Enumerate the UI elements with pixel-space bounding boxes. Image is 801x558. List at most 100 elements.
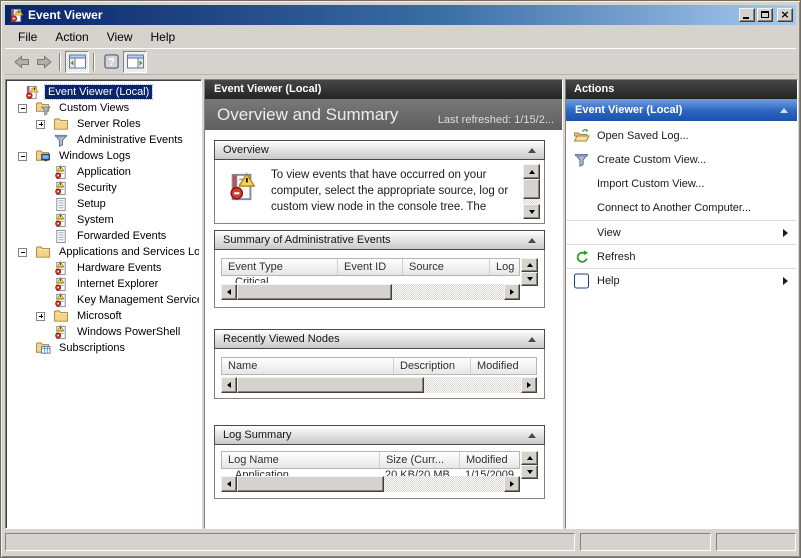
collapse-section-icon[interactable] [528, 238, 536, 243]
scroll-right-button[interactable] [504, 476, 520, 492]
tree-item-internet-explorer[interactable]: Internet Explorer [8, 276, 199, 292]
scroll-left-button[interactable] [221, 377, 237, 393]
forward-button[interactable] [33, 52, 55, 72]
tree-item-security[interactable]: Security [8, 180, 199, 196]
tree-item-server-roles[interactable]: Server Roles [8, 116, 199, 132]
admin-events-section-header[interactable]: Summary of Administrative Events [214, 230, 545, 250]
scroll-left-button[interactable] [221, 476, 237, 492]
scroll-left-button[interactable] [221, 284, 237, 300]
admin-events-horizontal-scrollbar[interactable] [221, 284, 520, 300]
collapse-group-icon[interactable] [780, 108, 788, 113]
scroll-down-button[interactable] [521, 272, 538, 286]
admin-events-clipped-row[interactable]: Critical [221, 276, 520, 283]
tree-item-forwarded-events[interactable]: Forwarded Events [8, 228, 199, 244]
menu-help[interactable]: Help [142, 28, 185, 47]
scrollbar-thumb[interactable] [237, 284, 392, 300]
right-arrow-icon [510, 481, 514, 487]
scroll-down-button[interactable] [521, 465, 538, 479]
admin-events-vertical-scrollbar[interactable] [521, 258, 538, 286]
column-name[interactable]: Name [222, 358, 394, 374]
column-modified[interactable]: Modified [471, 358, 536, 374]
action-import-custom-view[interactable]: Import Custom View... [566, 172, 797, 196]
column-event-id[interactable]: Event ID [338, 259, 403, 275]
log-summary-section-body: Log Name Size (Curr... Modified Applicat… [214, 445, 545, 499]
column-description[interactable]: Description [394, 358, 471, 374]
action-refresh[interactable]: Refresh [566, 244, 797, 268]
scroll-up-button[interactable] [521, 258, 538, 272]
scrollbar-track[interactable] [237, 476, 504, 492]
tree-item-applications-and-services-logs[interactable]: Applications and Services Logs [8, 244, 199, 260]
collapse-section-icon[interactable] [528, 337, 536, 342]
window-title: Event Viewer [28, 8, 739, 23]
action-create-custom-view[interactable]: Create Custom View... [566, 148, 797, 172]
title-bar[interactable]: Event Viewer × [5, 5, 796, 25]
show-console-tree-button[interactable] [65, 51, 89, 73]
tree-item-administrative-events[interactable]: Administrative Events [8, 132, 199, 148]
admin-events-section-body: Event Type Event ID Source Log Critical [214, 250, 545, 308]
recent-nodes-section-body: Name Description Modified [214, 349, 545, 399]
expand-icon[interactable] [36, 120, 45, 129]
tree-item-subscriptions[interactable]: Subscriptions [8, 340, 199, 356]
scroll-right-button[interactable] [521, 377, 537, 393]
action-help[interactable]: Help [566, 268, 797, 292]
log-summary-clipped-row[interactable]: Application 20 KB/20 MB 1/15/2009 [221, 469, 520, 476]
actions-group-header[interactable]: Event Viewer (Local) [566, 99, 797, 121]
scrollbar-track[interactable] [237, 377, 521, 393]
tree-item-event-viewer-local[interactable]: Event Viewer (Local) [8, 84, 199, 100]
collapse-icon[interactable] [18, 152, 27, 161]
tree-item-microsoft[interactable]: Microsoft [8, 308, 199, 324]
column-log-name[interactable]: Log Name [222, 452, 380, 468]
back-button[interactable] [11, 52, 33, 72]
collapse-icon[interactable] [18, 104, 27, 113]
show-action-pane-button[interactable] [123, 51, 147, 73]
collapse-section-icon[interactable] [528, 148, 536, 153]
menu-file[interactable]: File [9, 28, 46, 47]
tree-item-windows-logs[interactable]: Windows Logs [8, 148, 199, 164]
submenu-arrow-icon [783, 277, 788, 285]
action-view[interactable]: View [566, 220, 797, 244]
column-log[interactable]: Log [490, 259, 519, 275]
log-summary-horizontal-scrollbar[interactable] [221, 476, 520, 492]
menu-action[interactable]: Action [46, 28, 97, 47]
scroll-up-button[interactable] [523, 164, 540, 179]
column-source[interactable]: Source [403, 259, 490, 275]
action-connect-to-another-computer[interactable]: Connect to Another Computer... [566, 196, 797, 220]
action-open-saved-log[interactable]: Open Saved Log... [566, 124, 797, 148]
scrollbar-thumb[interactable] [237, 476, 384, 492]
scrollbar-track[interactable] [237, 284, 504, 300]
tree-item-windows-powershell[interactable]: Windows PowerShell [8, 324, 199, 340]
recent-nodes-section-header[interactable]: Recently Viewed Nodes [214, 329, 545, 349]
tree-item-key-management-service[interactable]: Key Management Service [8, 292, 199, 308]
column-size[interactable]: Size (Curr... [380, 452, 460, 468]
page-title: Overview and Summary [205, 105, 438, 125]
collapse-icon[interactable] [18, 248, 27, 257]
tree-item-custom-views[interactable]: Custom Views [8, 100, 199, 116]
log-summary-vertical-scrollbar[interactable] [521, 451, 538, 479]
down-arrow-icon [529, 210, 535, 214]
scroll-down-button[interactable] [523, 204, 540, 219]
minimize-button[interactable] [739, 8, 755, 22]
tree-item-hardware-events[interactable]: Hardware Events [8, 260, 199, 276]
scrollbar-thumb[interactable] [237, 377, 424, 393]
overview-section-header[interactable]: Overview [214, 140, 545, 160]
column-event-type[interactable]: Event Type [222, 259, 338, 275]
column-modified[interactable]: Modified [460, 452, 519, 468]
scrollbar-thumb[interactable] [523, 179, 540, 199]
menu-view[interactable]: View [98, 28, 142, 47]
tree-item-setup[interactable]: Setup [8, 196, 199, 212]
log-summary-section-header[interactable]: Log Summary [214, 425, 545, 445]
close-button[interactable]: × [777, 8, 793, 22]
collapse-section-icon[interactable] [528, 433, 536, 438]
scroll-up-button[interactable] [521, 451, 538, 465]
maximize-button[interactable] [757, 8, 773, 22]
overview-vertical-scrollbar[interactable] [523, 164, 540, 219]
tree-item-system[interactable]: System [8, 212, 199, 228]
recent-nodes-horizontal-scrollbar[interactable] [221, 377, 537, 393]
menu-bar: File Action View Help [5, 27, 796, 47]
tree-item-application[interactable]: Application [8, 164, 199, 180]
expand-icon[interactable] [36, 312, 45, 321]
scroll-right-button[interactable] [504, 284, 520, 300]
actions-pane-header: Actions [566, 80, 797, 99]
folder-filter-icon [35, 101, 51, 116]
help-toolbar-button[interactable] [99, 51, 123, 73]
